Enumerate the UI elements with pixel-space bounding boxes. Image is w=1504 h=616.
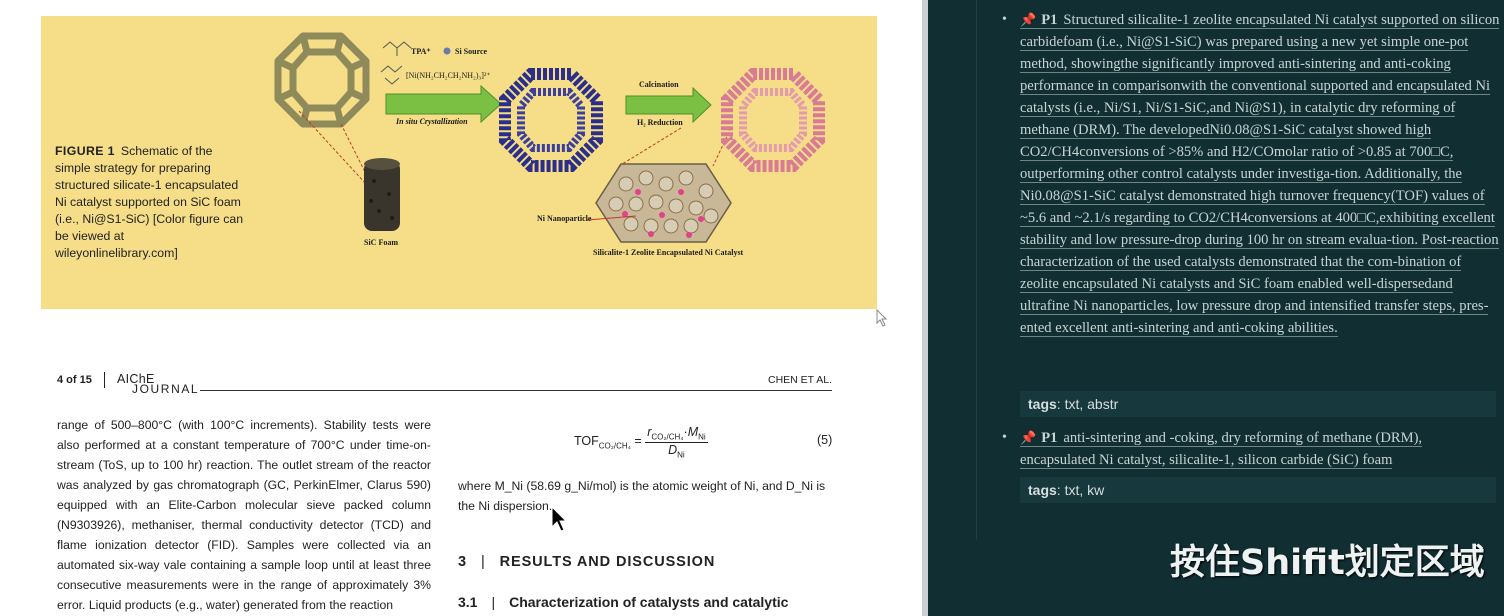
tags-row-2: tags: txt, kw	[1020, 477, 1496, 503]
note-text: Structured silicalite-1 zeolite encapsul…	[1020, 12, 1500, 336]
sic-foam-icon	[364, 158, 400, 231]
video-subtitle-overlay: 按住Shifit划定区域	[1170, 543, 1485, 583]
tags-value: : txt, kw	[1056, 482, 1105, 498]
pin-icon[interactable]: 📌	[1020, 430, 1036, 445]
page-number: 4 of 15	[57, 374, 92, 386]
figure-1: TPA⁺ Si Source [Ni(NH₂CH₂CH₂NH₂)₃]²⁺ In …	[41, 16, 877, 309]
figure-caption: FIGURE 1 Schematic of the simple strategy…	[55, 143, 245, 262]
bullet: •	[1002, 430, 1007, 445]
tpa-molecule-icon	[382, 41, 412, 56]
body-left-column: range of 500–800°C (with 100°C increment…	[57, 415, 431, 615]
blue-zeolite-icon	[499, 68, 603, 172]
section-title: RESULTS AND DISCUSSION	[499, 554, 716, 570]
label-calcination: Calcination	[639, 80, 679, 89]
equation-tof: TOFCO₂/CH₄ = rCO₂/CH₄·MNi DNi (5)	[574, 425, 832, 459]
section-3-heading: 3 | RESULTS AND DISCUSSION	[458, 554, 716, 570]
equation-number: (5)	[817, 433, 833, 447]
label-ni-complex: [Ni(NH₂CH₂CH₂NH₂)₃]²⁺	[406, 71, 491, 80]
label-in-situ: In situ Crystallization	[396, 117, 468, 126]
pin-icon[interactable]: 📌	[1020, 12, 1036, 27]
zeolite-framework-icon	[274, 32, 370, 128]
page-marker[interactable]: P1	[1041, 430, 1057, 446]
mouse-cursor-icon	[551, 506, 567, 532]
figure-caption-label: FIGURE 1	[55, 144, 115, 158]
annotation-panel: • 📌 P1 Structured silicalite-1 zeolite enc…	[928, 0, 1504, 616]
subsection-number: 3.1	[458, 594, 478, 610]
annotation-note-2[interactable]: • 📌 P1 anti-sintering and -coking, dry ref…	[1002, 427, 1500, 471]
header-rule	[200, 390, 832, 391]
label-h2-reduction: H₂ Reduction	[637, 118, 683, 127]
pink-zeolite-icon	[721, 68, 825, 172]
arrow-calcination-icon	[625, 86, 712, 124]
label-ni-nanoparticle: Ni Nanoparticle	[537, 214, 592, 223]
page-marker[interactable]: P1	[1041, 12, 1057, 28]
si-source-dot-icon	[443, 47, 451, 55]
label-si-source: Si Source	[455, 47, 488, 56]
annotation-note-1[interactable]: • 📌 P1 Structured silicalite-1 zeolite enc…	[1002, 9, 1500, 339]
pdf-page: TPA⁺ Si Source [Ni(NH₂CH₂CH₂NH₂)₃]²⁺ In …	[0, 0, 922, 616]
equation-body: TOFCO₂/CH₄ =	[574, 434, 646, 451]
section-3-1-heading: 3.1 | Characterization of catalysts and ca…	[458, 594, 789, 610]
label-catalyst: Silicalite-1 Zeolite Encapsulated Ni Cat…	[593, 248, 744, 257]
bullet: •	[1002, 12, 1007, 27]
journal-name-line2: JOURNAL	[132, 382, 200, 396]
section-number: 3	[458, 554, 467, 570]
note-text: anti-sintering and -coking, dry reformin…	[1020, 430, 1423, 468]
header-divider	[104, 372, 105, 388]
tags-label: tags	[1028, 396, 1057, 412]
label-sic-foam: SiC Foam	[364, 238, 398, 247]
subsection-title: Characterization of catalysts and cataly…	[509, 594, 789, 610]
equation-fraction: rCO₂/CH₄·MNi DNi	[645, 425, 708, 459]
tags-value: : txt, abstr	[1056, 396, 1119, 412]
catalyst-hexagon-icon	[586, 163, 732, 243]
cut-off-text-line	[40, 0, 880, 3]
page-header: 4 of 15 AIChE JOURNAL CHEN ET AL.	[57, 372, 832, 396]
ni-complex-icon	[380, 65, 403, 85]
panel-indent-rule	[976, 0, 977, 540]
label-tpa: TPA⁺	[411, 47, 431, 56]
running-author: CHEN ET AL.	[768, 374, 832, 386]
paragraph: range of 500–800°C (with 100°C increment…	[57, 418, 431, 612]
tags-label: tags	[1028, 482, 1057, 498]
where-paragraph: where M_Ni (58.69 g_Ni/mol) is the atomi…	[458, 479, 826, 513]
pointer-cursor-icon	[876, 309, 888, 327]
figure-caption-text: Schematic of the simple strategy for pre…	[55, 144, 244, 260]
tags-row-1: tags: txt, abstr	[1020, 391, 1496, 417]
